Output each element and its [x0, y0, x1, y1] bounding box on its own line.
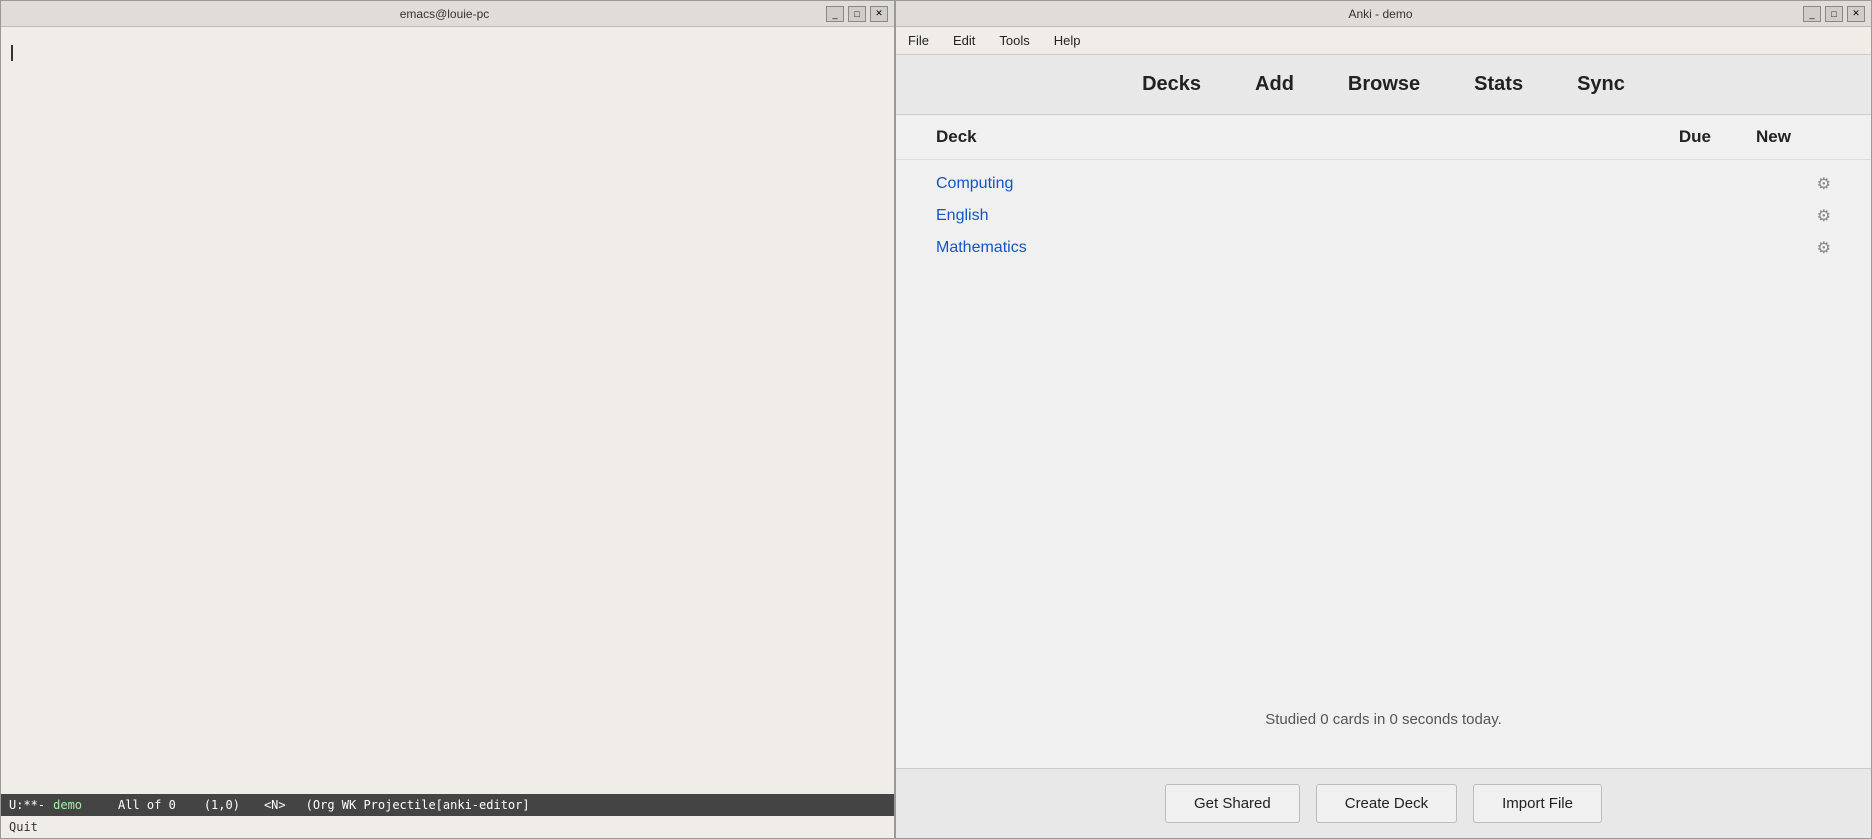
emacs-bottom-bar: Quit	[1, 816, 894, 838]
deck-name-english[interactable]: English	[936, 207, 1617, 225]
anki-window-controls: _ □ ✕	[1803, 6, 1865, 22]
toolbar-stats[interactable]: Stats	[1462, 69, 1535, 100]
toolbar-decks[interactable]: Decks	[1130, 69, 1213, 100]
deck-col-name: Deck	[936, 127, 1631, 147]
gear-icon-computing[interactable]: ⚙	[1817, 174, 1831, 194]
emacs-window-controls: _ □ ✕	[826, 6, 888, 22]
menu-tools[interactable]: Tools	[995, 31, 1033, 50]
emacs-minimize-button[interactable]: _	[826, 6, 844, 22]
deck-name-mathematics[interactable]: Mathematics	[936, 239, 1617, 257]
anki-main: Deck Due New Computing ⚙ English ⚙ Mathe…	[896, 115, 1871, 768]
deck-col-due: Due	[1631, 127, 1711, 147]
emacs-status-mode2: <N>	[264, 798, 286, 812]
gear-icon-mathematics[interactable]: ⚙	[1817, 238, 1831, 258]
emacs-cursor	[11, 45, 13, 61]
anki-footer: Get Shared Create Deck Import File	[896, 768, 1871, 838]
studied-text: Studied 0 cards in 0 seconds today.	[896, 671, 1871, 768]
emacs-statusbar: U:**- demo All of 0 (1,0) <N> (Org WK Pr…	[1, 794, 894, 816]
gear-icon-english[interactable]: ⚙	[1817, 206, 1831, 226]
anki-titlebar: Anki - demo _ □ ✕	[896, 1, 1871, 27]
create-deck-button[interactable]: Create Deck	[1316, 784, 1457, 823]
emacs-status-mode: U:**-	[9, 798, 45, 812]
deck-header: Deck Due New	[896, 115, 1871, 160]
menu-edit[interactable]: Edit	[949, 31, 979, 50]
emacs-titlebar: emacs@louie-pc _ □ ✕	[1, 1, 894, 27]
emacs-status-position: All of 0	[118, 798, 176, 812]
menu-file[interactable]: File	[904, 31, 933, 50]
deck-col-new: New	[1711, 127, 1791, 147]
menu-help[interactable]: Help	[1050, 31, 1085, 50]
anki-minimize-button[interactable]: _	[1803, 6, 1821, 22]
anki-toolbar: Decks Add Browse Stats Sync	[896, 55, 1871, 115]
toolbar-add[interactable]: Add	[1243, 69, 1306, 100]
anki-close-button[interactable]: ✕	[1847, 6, 1865, 22]
anki-maximize-button[interactable]: □	[1825, 6, 1843, 22]
get-shared-button[interactable]: Get Shared	[1165, 784, 1300, 823]
anki-title: Anki - demo	[958, 7, 1803, 21]
emacs-title: emacs@louie-pc	[400, 7, 490, 21]
emacs-content	[1, 27, 894, 794]
emacs-status-buffer: demo	[53, 798, 82, 812]
table-row[interactable]: Computing ⚙	[896, 168, 1871, 200]
table-row[interactable]: English ⚙	[896, 200, 1871, 232]
toolbar-sync[interactable]: Sync	[1565, 69, 1637, 100]
emacs-maximize-button[interactable]: □	[848, 6, 866, 22]
import-file-button[interactable]: Import File	[1473, 784, 1602, 823]
table-row[interactable]: Mathematics ⚙	[896, 232, 1871, 264]
deck-name-computing[interactable]: Computing	[936, 175, 1617, 193]
emacs-window: emacs@louie-pc _ □ ✕ U:**- demo All of 0…	[0, 0, 895, 839]
toolbar-browse[interactable]: Browse	[1336, 69, 1432, 100]
anki-window: Anki - demo _ □ ✕ File Edit Tools Help D…	[895, 0, 1872, 839]
emacs-quit-label: Quit	[9, 820, 38, 834]
deck-list: Computing ⚙ English ⚙ Mathematics ⚙	[896, 160, 1871, 671]
emacs-status-modeline: (Org WK Projectile[anki-editor]	[306, 798, 530, 812]
anki-menubar: File Edit Tools Help	[896, 27, 1871, 55]
emacs-status-linecol: (1,0)	[204, 798, 240, 812]
emacs-close-button[interactable]: ✕	[870, 6, 888, 22]
